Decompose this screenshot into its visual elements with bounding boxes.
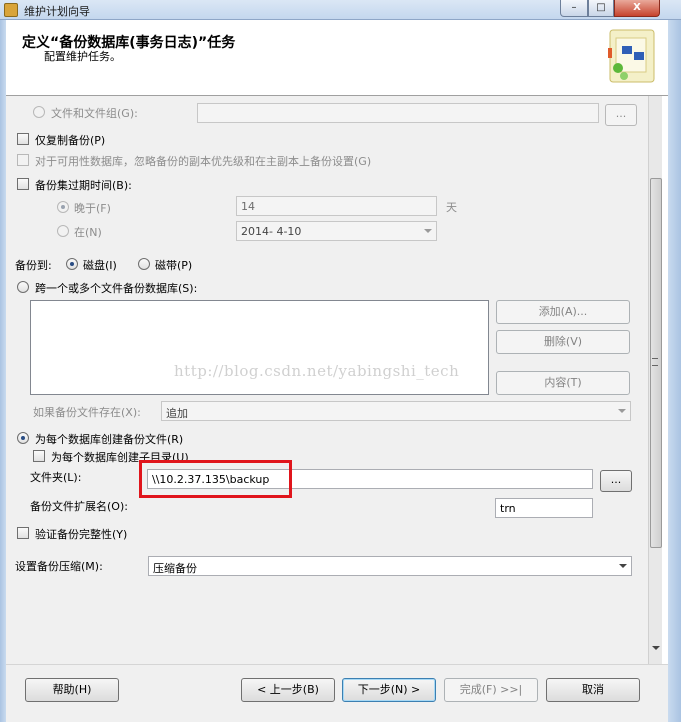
on-date-radio[interactable]	[57, 225, 69, 237]
extension-input[interactable]: trn	[495, 498, 593, 518]
folder-browse-button[interactable]: ...	[600, 470, 632, 492]
backup-set-expire-label: 备份集过期时间(B):	[35, 179, 132, 192]
watermark: http://blog.csdn.net/yabingshi_tech	[174, 362, 460, 380]
app-icon	[4, 3, 18, 17]
compression-label: 设置备份压缩(M):	[15, 560, 103, 573]
tape-label: 磁带(P)	[155, 259, 193, 272]
per-database-label: 为每个数据库创建备份文件(R)	[35, 433, 184, 446]
availability-checkbox[interactable]	[17, 154, 29, 166]
days-unit-label: 天	[446, 201, 457, 214]
cancel-button[interactable]: 取消	[546, 678, 640, 702]
backup-to-label: 备份到:	[15, 259, 52, 272]
extension-label: 备份文件扩展名(O):	[30, 500, 128, 513]
backup-set-expire-checkbox[interactable]	[17, 178, 29, 190]
close-button[interactable]: X	[614, 0, 660, 17]
copy-only-label: 仅复制备份(P)	[35, 134, 106, 147]
chevron-down-icon	[424, 229, 432, 233]
files-filegroups-browse-button[interactable]: ...	[605, 104, 637, 126]
disk-radio[interactable]	[66, 258, 78, 270]
verify-checkbox[interactable]	[17, 527, 29, 539]
highlight-box	[139, 460, 292, 498]
window-title: 维护计划向导	[24, 5, 90, 18]
chevron-down-icon	[618, 409, 626, 413]
later-than-radio[interactable]	[57, 201, 69, 213]
finish-button[interactable]: 完成(F) >>|	[444, 678, 538, 702]
files-filegroups-input[interactable]	[197, 103, 599, 123]
help-button[interactable]: 帮助(H)	[25, 678, 119, 702]
window-frame-right	[668, 20, 681, 722]
compression-value: 压缩备份	[153, 562, 197, 575]
title-bar: 维护计划向导 – □ X	[0, 0, 681, 20]
date-picker[interactable]: 2014- 4-10	[236, 221, 437, 241]
add-button[interactable]: 添加(A)...	[496, 300, 630, 324]
maximize-button[interactable]: □	[588, 0, 614, 17]
later-than-label: 晚于(F)	[74, 202, 111, 215]
folder-label: 文件夹(L):	[30, 471, 82, 484]
copy-only-checkbox[interactable]	[17, 133, 29, 145]
back-button[interactable]: < 上一步(B)	[241, 678, 335, 702]
next-button[interactable]: 下一步(N) >	[342, 678, 436, 702]
if-exists-value: 追加	[166, 407, 188, 420]
wizard-graphic-icon	[608, 29, 655, 83]
subdir-checkbox[interactable]	[33, 450, 45, 462]
days-stepper[interactable]: 14	[236, 196, 437, 216]
delete-button[interactable]: 删除(V)	[496, 330, 630, 354]
scroll-down-arrow-icon[interactable]	[652, 646, 660, 650]
if-exists-label: 如果备份文件存在(X):	[33, 406, 141, 419]
content-button[interactable]: 内容(T)	[496, 371, 630, 395]
page-subtitle: 配置维护任务。	[44, 50, 121, 63]
disk-label: 磁盘(I)	[83, 259, 117, 272]
per-database-radio[interactable]	[17, 432, 29, 444]
date-picker-value: 2014- 4-10	[241, 225, 302, 238]
chevron-down-icon	[619, 564, 627, 568]
verify-label: 验证备份完整性(Y)	[35, 528, 128, 541]
vertical-scrollbar[interactable]	[648, 96, 662, 664]
span-files-label: 跨一个或多个文件备份数据库(S):	[35, 282, 198, 295]
compression-select[interactable]: 压缩备份	[148, 556, 632, 576]
backup-files-list[interactable]	[30, 300, 489, 395]
wizard-header: 定义“备份数据库(事务日志)”任务 配置维护任务。	[6, 20, 668, 96]
on-date-label: 在(N)	[74, 226, 102, 239]
minimize-button[interactable]: –	[560, 0, 588, 17]
if-exists-select[interactable]: 追加	[161, 401, 631, 421]
availability-label: 对于可用性数据库，忽略备份的副本优先级和在主副本上备份设置(G)	[35, 155, 372, 168]
scrollbar-grip-icon	[652, 358, 658, 366]
files-filegroups-radio[interactable]	[33, 106, 45, 118]
files-filegroups-label: 文件和文件组(G):	[51, 107, 138, 120]
span-files-radio[interactable]	[17, 281, 29, 293]
tape-radio[interactable]	[138, 258, 150, 270]
